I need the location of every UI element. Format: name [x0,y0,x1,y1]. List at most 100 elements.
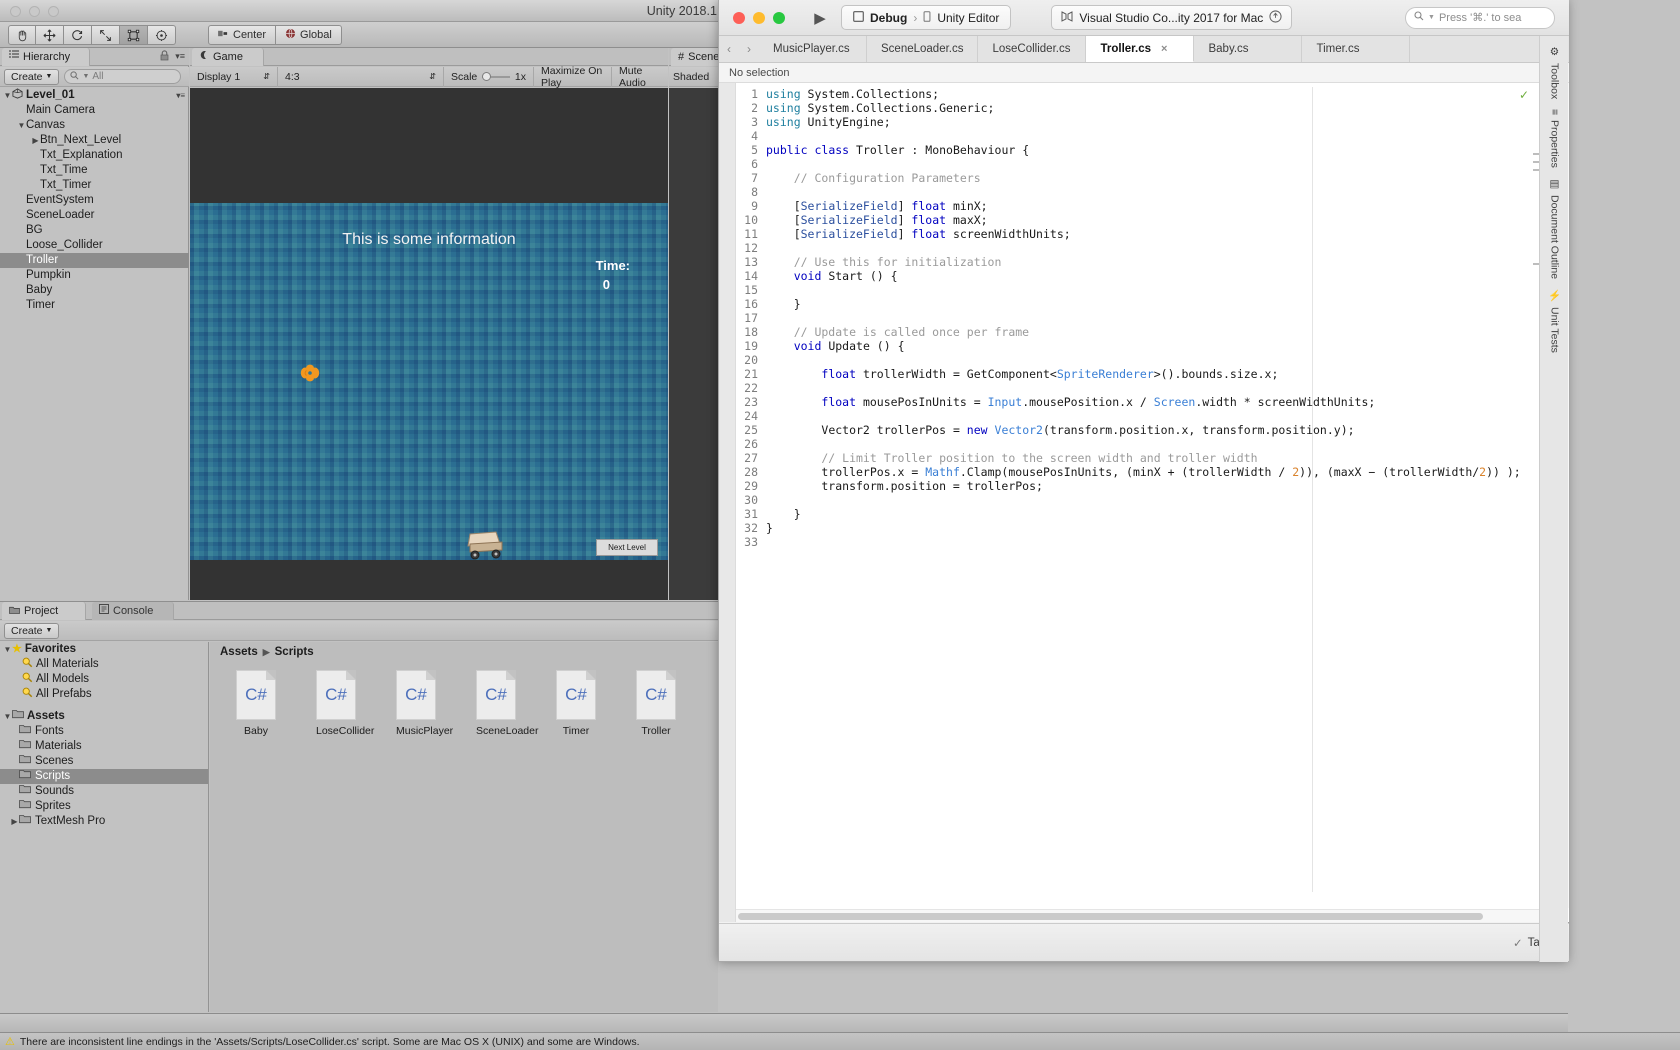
vs-tabs-container[interactable]: MusicPlayer.cs SceneLoader.cs LoseCollider… [759,36,1411,62]
vs-maximize-button[interactable] [773,11,785,24]
vs-tab-musicplayer-cs[interactable]: MusicPlayer.cs [759,36,867,62]
mute-audio-toggle[interactable]: Mute Audio [612,65,668,89]
hierarchy-item-sceneloader[interactable]: SceneLoader [0,208,189,223]
project-tree[interactable]: ▼ ★ Favorites All Materials All Models All… [0,642,209,1012]
code-line[interactable]: 18 // Update is called once per frame [736,325,1533,339]
code-line[interactable]: 32} [736,521,1533,535]
tab-hierarchy[interactable]: Hierarchy [2,48,90,66]
code-line[interactable]: 27 // Limit Troller position to the scre… [736,451,1533,465]
project-folder-materials[interactable]: Materials [0,739,208,754]
hierarchy-rows[interactable]: Main Camera ▼ Canvas ▶ Btn_Next_Level Txt_Exp… [0,103,189,313]
breadcrumb[interactable]: Assets ▶ Scripts [210,642,718,662]
project-folder-scripts[interactable]: Scripts [0,769,208,784]
info-icon[interactable] [1269,9,1282,26]
aspect-dropdown[interactable]: 4:3 ⇵ [278,66,444,87]
code-line[interactable]: 19 void Update () { [736,339,1533,353]
vs-right-dock[interactable]: ⚙ Toolbox ≡ Properties ▤ Document Outline ⚡ Uni… [1539,36,1568,962]
code-line[interactable]: 22 [736,381,1533,395]
asset-item-baby[interactable]: C# Baby [236,670,276,737]
run-button[interactable]: ▶ [805,7,835,29]
code-line[interactable]: 29 transform.position = trollerPos; [736,479,1533,493]
code-line[interactable]: 17 [736,311,1533,325]
code-line[interactable]: 5 public class Troller : MonoBehaviour { [736,143,1533,157]
hierarchy-item-eventsystem[interactable]: EventSystem [0,193,189,208]
code-line[interactable]: 4 [736,129,1533,143]
expand-arrow-icon[interactable]: ▼ [17,118,26,133]
hierarchy-item-txt-timer[interactable]: Txt_Timer [0,178,189,193]
space-mode-button[interactable]: Global [276,25,342,45]
hierarchy-item-timer[interactable]: Timer [0,298,189,313]
scale-tool-button[interactable] [92,25,120,45]
expand-arrow-icon[interactable]: ▶ [31,133,40,148]
vs-tab-troller-cs[interactable]: Troller.cs × [1086,36,1195,62]
code-line[interactable]: 12 [736,241,1533,255]
hierarchy-item-txt-explanation[interactable]: Txt_Explanation [0,148,189,163]
code-line[interactable]: 16 } [736,297,1533,311]
close-icon[interactable]: × [1161,43,1167,55]
code-lines[interactable]: 1 using System.Collections; 2 using System.… [736,87,1533,922]
vs-close-button[interactable] [733,11,745,24]
pivot-mode-button[interactable]: Center [208,25,277,45]
hierarchy-item-btn-next-level[interactable]: ▶ Btn_Next_Level [0,133,189,148]
tab-console[interactable]: Console [92,602,174,620]
move-tool-button[interactable] [36,25,64,45]
tab-nav-back-button[interactable]: ‹ [719,36,739,62]
project-folder-fonts[interactable]: Fonts [0,724,208,739]
code-line[interactable]: 28 trollerPos.x = Mathf.Clamp(mousePosIn… [736,465,1533,479]
project-folder-sprites[interactable]: Sprites [0,799,208,814]
code-line[interactable]: 33 [736,535,1533,549]
code-line[interactable]: 24 [736,409,1533,423]
hierarchy-item-canvas[interactable]: ▼ Canvas [0,118,189,133]
hierarchy-item-troller[interactable]: Troller [0,253,189,268]
scene-render-area[interactable] [669,88,718,600]
code-editor[interactable]: ✓ 1 using System.Collections; 2 using Syste… [719,83,1569,922]
vs-search-input[interactable]: ▼ Press '⌘.' to sea [1405,6,1555,29]
scale-track[interactable] [482,71,510,81]
code-line[interactable]: 25 Vector2 trollerPos = new Vector2(tran… [736,423,1533,437]
vs-minimize-button[interactable] [753,11,765,24]
expand-arrow-icon[interactable]: ▼ [3,709,12,724]
editor-horizontal-scrollbar[interactable] [736,909,1556,922]
hierarchy-item-loose-collider[interactable]: Loose_Collider [0,238,189,253]
code-line[interactable]: 6 [736,157,1533,171]
display-dropdown[interactable]: Display 1 ⇵ [190,66,278,87]
hierarchy-item-txt-time[interactable]: Txt_Time [0,163,189,178]
transform-tool-button[interactable] [148,25,176,45]
tab-project[interactable]: Project [2,602,86,620]
scene-menu-icon[interactable]: ▾≡ [176,88,185,103]
next-level-button[interactable]: Next Level [596,539,658,556]
asset-item-troller[interactable]: C# Troller [636,670,676,737]
project-folder-textmesh-pro[interactable]: ▶ TextMesh Pro [0,814,208,829]
tab-game[interactable]: Game [192,48,264,66]
code-line[interactable]: 10 [SerializeField] float maxX; [736,213,1533,227]
breadcrumb-item[interactable]: Scripts [275,646,314,658]
code-line[interactable]: 23 float mousePosInUnits = Input.mousePo… [736,395,1533,409]
asset-item-musicplayer[interactable]: C# MusicPlayer [396,670,453,737]
dock-item-toolbox[interactable]: ⚙ Toolbox [1540,46,1569,99]
rect-tool-button[interactable] [120,25,148,45]
code-line[interactable]: 20 [736,353,1533,367]
favorite-item-all-models[interactable]: All Models [0,672,208,687]
vs-document-tabbar[interactable]: ‹ › MusicPlayer.cs SceneLoader.cs LoseColl… [719,36,1569,63]
dock-item-document-outline[interactable]: ▤ Document Outline [1540,178,1569,279]
code-line[interactable]: 26 [736,437,1533,451]
project-content-area[interactable]: Assets ▶ Scripts C# Baby C# LoseCollider C# Mus… [210,642,718,1012]
asset-item-losecollider[interactable]: C# LoseCollider [316,670,374,737]
code-line[interactable]: 7 // Configuration Parameters [736,171,1533,185]
hierarchy-item-bg[interactable]: BG [0,223,189,238]
hand-tool-button[interactable] [8,25,36,45]
scale-slider[interactable]: Scale 1x [444,66,534,87]
favorite-item-all-materials[interactable]: All Materials [0,657,208,672]
code-line[interactable]: 30 [736,493,1533,507]
code-line[interactable]: 1 using System.Collections; [736,87,1533,101]
hierarchy-tree[interactable]: ▼ Level_01 ▾≡ Main Camera ▼ Canvas ▶ Btn_Nex… [0,87,189,600]
code-line[interactable]: 21 float trollerWidth = GetComponent<Spr… [736,367,1533,381]
pivot-space-group[interactable]: Center Global [208,25,342,45]
project-folder-scenes[interactable]: Scenes [0,754,208,769]
expand-arrow-icon[interactable]: ▼ [3,642,12,657]
vs-tab-baby-cs[interactable]: Baby.cs [1194,36,1303,62]
run-configuration-selector[interactable]: Debug › Unity Editor [841,5,1012,30]
hierarchy-menu-icon[interactable]: ▾≡ [175,51,185,62]
code-line[interactable]: 14 void Start () { [736,269,1533,283]
lock-icon[interactable] [160,50,169,64]
